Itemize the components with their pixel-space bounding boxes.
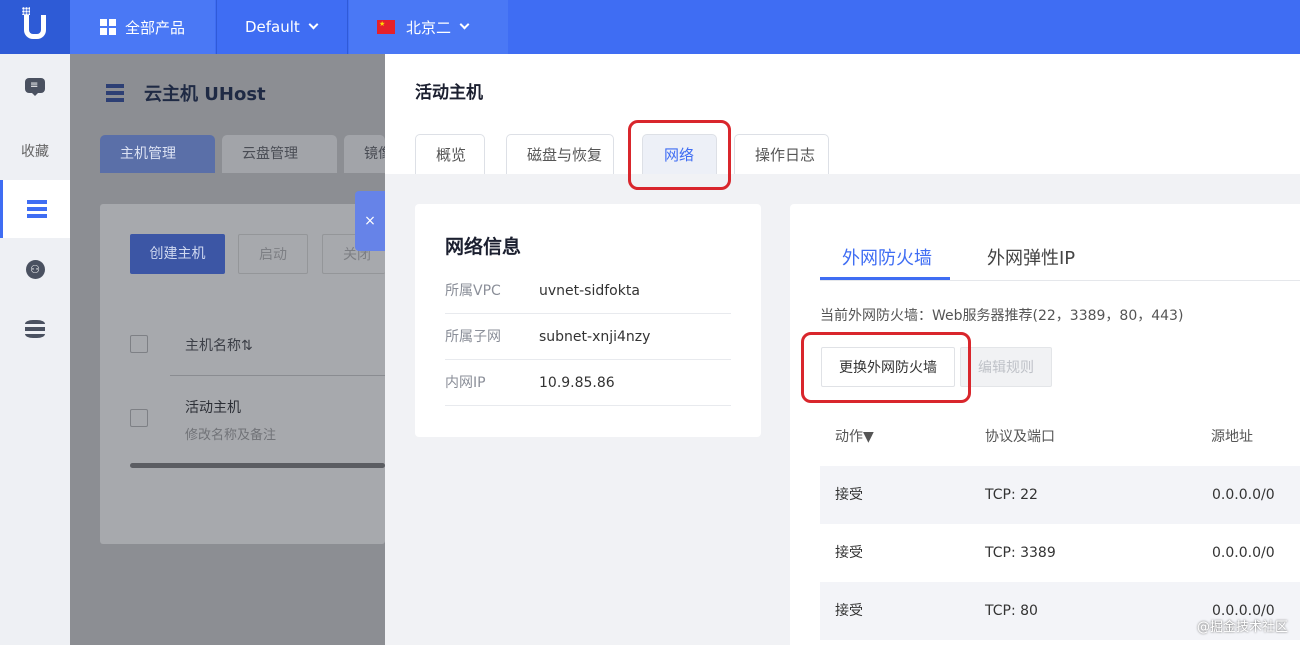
page-title: 云主机 UHost xyxy=(106,80,266,106)
region-label: 北京二 xyxy=(406,18,452,37)
uhost-icon xyxy=(106,84,124,102)
table-row: 接受 TCP: 3389 0.0.0.0/0 xyxy=(820,524,1300,582)
top-navigation-bar: 全部产品 Default 北京二 xyxy=(0,0,1300,54)
info-value: 10.9.85.86 xyxy=(539,375,615,391)
highlight-change-firewall xyxy=(801,332,971,403)
current-firewall-text: 当前外网防火墙：Web服务器推荐(22，3389，80，443) xyxy=(820,308,1184,324)
sidebar: 收藏 ⚇ xyxy=(0,54,70,645)
rule-protocol: TCP: 22 xyxy=(985,487,1038,503)
tab-disk-recovery[interactable]: 磁盘与恢复 xyxy=(506,134,614,174)
ucloud-logo[interactable] xyxy=(0,0,70,54)
project-label: Default xyxy=(245,18,300,36)
host-list-panel: 创建主机 启动 关闭 主机名称⇅ 活动主机 修改名称及备注 xyxy=(100,204,385,544)
all-products-label: 全部产品 xyxy=(125,18,186,37)
network-info-title: 网络信息 xyxy=(445,236,522,258)
column-source: 源地址 xyxy=(1211,429,1253,445)
network-icon: ⚇ xyxy=(25,259,45,279)
drawer-header: 活动主机 概览 磁盘与恢复 网络 操作日志 xyxy=(385,54,1300,190)
watermark: @掘金技术社区 xyxy=(1196,620,1288,635)
info-row-vpc: 所属VPC uvnet-sidfokta xyxy=(445,268,731,314)
tab-images[interactable]: 镜像 xyxy=(344,135,385,173)
divider xyxy=(170,375,385,376)
host-detail-drawer: 活动主机 概览 磁盘与恢复 网络 操作日志 网络信息 所属VPC uvnet-si… xyxy=(385,54,1300,645)
rule-action: 接受 xyxy=(835,545,863,561)
sidebar-item-uhost[interactable] xyxy=(0,180,70,238)
tab-disk-management[interactable]: 云盘管理 xyxy=(222,135,337,173)
favorites-label: 收藏 xyxy=(21,144,49,160)
info-value: uvnet-sidfokta xyxy=(539,283,640,299)
column-action[interactable]: 动作▼ xyxy=(835,426,874,446)
close-drawer-button[interactable]: × xyxy=(355,191,385,251)
host-remark[interactable]: 修改名称及备注 xyxy=(185,424,276,443)
select-all-checkbox[interactable] xyxy=(130,335,148,353)
firewall-card: 外网防火墙 外网弹性IP 当前外网防火墙：Web服务器推荐(22，3389，80… xyxy=(790,204,1300,645)
rule-protocol: TCP: 3389 xyxy=(985,545,1056,561)
grid-icon xyxy=(100,19,116,35)
host-name[interactable]: 活动主机 xyxy=(185,397,241,417)
rule-protocol: TCP: 80 xyxy=(985,603,1038,619)
china-flag-icon xyxy=(377,20,395,34)
info-row-private-ip: 内网IP 10.9.85.86 xyxy=(445,360,731,406)
start-button[interactable]: 启动 xyxy=(238,234,308,274)
row-checkbox[interactable] xyxy=(130,409,148,427)
tab-host-management[interactable]: 主机管理 xyxy=(100,135,215,173)
table-row: 接受 TCP: 22 0.0.0.0/0 xyxy=(820,466,1300,524)
create-host-button[interactable]: 创建主机 xyxy=(130,234,225,274)
message-icon xyxy=(25,77,45,96)
column-host-name[interactable]: 主机名称⇅ xyxy=(185,335,253,355)
edit-rules-button[interactable]: 编辑规则 xyxy=(960,347,1052,387)
tab-elastic-ip[interactable]: 外网弹性IP xyxy=(987,244,1075,270)
host-list-icon xyxy=(26,200,47,218)
tab-external-firewall[interactable]: 外网防火墙 xyxy=(842,244,932,270)
horizontal-scrollbar[interactable] xyxy=(130,463,385,468)
background-page-overlay: 云主机 UHost 主机管理 云盘管理 镜像 创建主机 启动 关闭 主机名称⇅ … xyxy=(70,54,385,645)
rule-action: 接受 xyxy=(835,603,863,619)
divider xyxy=(820,280,1300,281)
network-info-card: 网络信息 所属VPC uvnet-sidfokta 所属子网 subnet-xnji… xyxy=(415,204,761,437)
tab-overview[interactable]: 概览 xyxy=(415,134,485,174)
info-label: 内网IP xyxy=(445,375,486,391)
sidebar-item-favorites[interactable]: 收藏 xyxy=(0,122,70,180)
rule-action: 接受 xyxy=(835,487,863,503)
info-value: subnet-xnji4nzy xyxy=(539,329,651,345)
database-icon xyxy=(25,320,45,338)
all-products-menu[interactable]: 全部产品 xyxy=(70,0,215,54)
column-protocol-port: 协议及端口 xyxy=(985,429,1055,445)
info-label: 所属VPC xyxy=(445,283,501,299)
info-row-subnet: 所属子网 subnet-xnji4nzy xyxy=(445,314,731,360)
drawer-title: 活动主机 xyxy=(415,83,483,103)
project-selector[interactable]: Default xyxy=(216,0,348,54)
chevron-down-icon xyxy=(308,19,319,30)
sidebar-item-network[interactable]: ⚇ xyxy=(0,240,70,298)
tab-operation-log[interactable]: 操作日志 xyxy=(734,134,829,174)
rule-source: 0.0.0.0/0 xyxy=(1212,545,1275,561)
sidebar-item-database[interactable] xyxy=(0,300,70,358)
page-title-text: 云主机 UHost xyxy=(144,84,266,105)
region-selector[interactable]: 北京二 xyxy=(349,0,508,54)
chevron-down-icon xyxy=(459,19,470,30)
highlight-network-tab xyxy=(628,120,731,190)
info-label: 所属子网 xyxy=(445,329,501,345)
rule-source: 0.0.0.0/0 xyxy=(1212,487,1275,503)
sidebar-item-messages[interactable] xyxy=(0,56,70,114)
